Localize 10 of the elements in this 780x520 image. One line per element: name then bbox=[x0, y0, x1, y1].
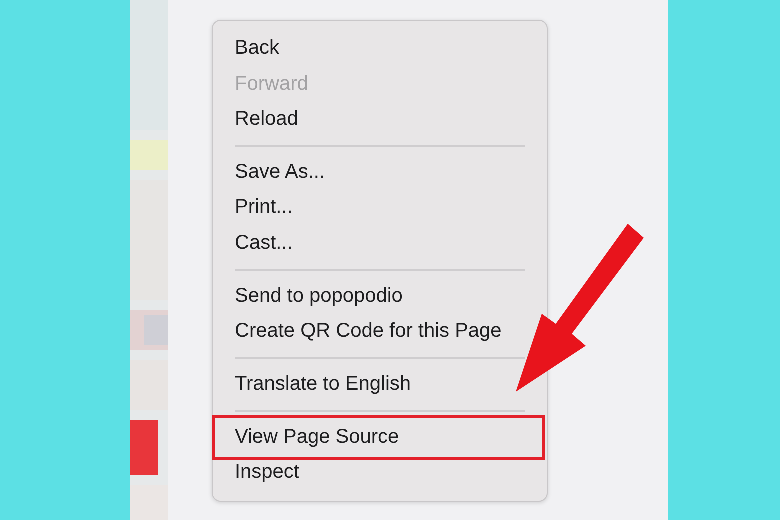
menu-item[interactable]: Back bbox=[213, 31, 284, 67]
menu-item[interactable]: Translate to English bbox=[213, 366, 416, 402]
menu-item[interactable]: Save As... bbox=[213, 154, 330, 190]
menu-item[interactable]: Print... bbox=[213, 190, 297, 226]
menu-item[interactable]: Send to popopodio bbox=[213, 278, 407, 314]
arrow-icon bbox=[516, 222, 646, 394]
menu-item[interactable]: Cast... bbox=[213, 226, 297, 262]
menu-item[interactable]: Reload bbox=[213, 102, 302, 138]
menu-item[interactable]: Create QR Code for this Page bbox=[213, 314, 506, 350]
menu-item[interactable]: View Page Source bbox=[212, 414, 545, 460]
